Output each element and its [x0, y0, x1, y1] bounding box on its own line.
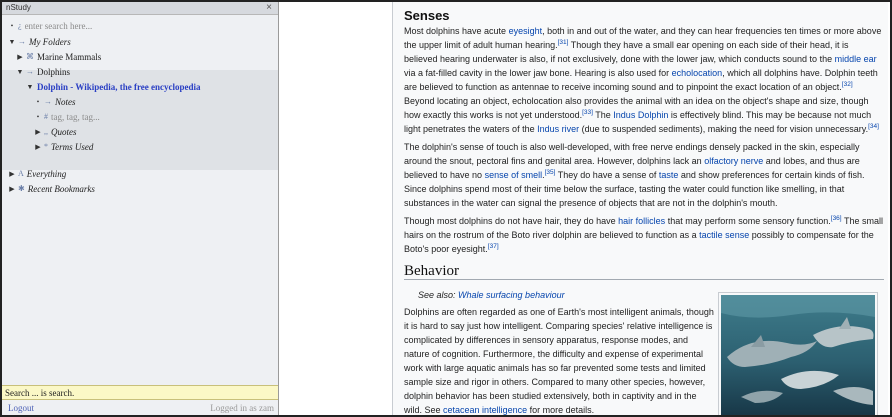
text: for more details.	[527, 405, 595, 415]
tree-item-label: Recent Bookmarks	[27, 184, 95, 194]
search-placeholder: enter search here...	[24, 21, 93, 31]
tree-item-dolphin-page[interactable]: ▼ Dolphin - Wikipedia, the free encyclop…	[26, 80, 201, 94]
link-indus-river[interactable]: Indus river	[537, 124, 579, 134]
note-arrow-icon: →	[44, 97, 52, 106]
link-taste[interactable]: taste	[659, 170, 679, 180]
paragraph-touch: The dolphin's sense of touch is also wel…	[404, 142, 865, 208]
text: They do have a sense of	[555, 170, 659, 180]
tree-item-tags[interactable]: • # tag, tag, tag...	[34, 110, 100, 124]
expand-down-icon: ▼	[26, 83, 34, 91]
tree-item-label: Terms Used	[51, 142, 94, 152]
text: Though most dolphins do not have hair, t…	[404, 216, 619, 226]
sidebar-header: nStudy ×	[2, 2, 278, 15]
wikipedia-article: Senses Most dolphins have acute eyesight…	[392, 2, 888, 415]
tree-item-label: My Folders	[29, 37, 71, 47]
expand-right-icon: ▶	[35, 143, 41, 151]
search-field[interactable]: • ¿ enter search here...	[8, 19, 93, 33]
paragraph-intelligence: Dolphins are often regarded as one of Ea…	[404, 305, 714, 415]
link-olfactory-nerve[interactable]: olfactory nerve	[704, 156, 763, 166]
paragraph-hearing: Most dolphins have acute eyesight, both …	[404, 24, 884, 136]
tree-item-quotes[interactable]: ▶ ,, Quotes	[34, 125, 77, 139]
expand-down-icon: ▼	[16, 68, 24, 76]
reference-33[interactable]: [33]	[582, 109, 593, 116]
nstudy-sidebar: nStudy × • ¿ enter search here... ▼ → My…	[2, 2, 279, 415]
bullet-icon: •	[36, 113, 40, 121]
tree-item-my-folders[interactable]: ▼ → My Folders	[8, 35, 71, 49]
tree-item-label: Quotes	[51, 127, 77, 137]
expand-right-icon: ▶	[17, 53, 23, 61]
tree-item-dolphins[interactable]: ▼ → Dolphins	[16, 65, 70, 79]
link-cetacean-intelligence[interactable]: cetacean intelligence	[443, 405, 527, 415]
link-echolocation[interactable]: echolocation	[672, 68, 723, 78]
letter-a-icon: A	[18, 169, 24, 178]
hash-icon: #	[44, 112, 48, 121]
dolphin-image	[721, 295, 875, 415]
tree-item-marine-mammals[interactable]: ▶ ⌘ Marine Mammals	[16, 50, 101, 64]
tree-item-label: Everything	[26, 169, 67, 179]
link-tactile-sense[interactable]: tactile sense	[699, 230, 749, 240]
reference-31[interactable]: [31]	[558, 39, 569, 46]
magnifier-icon: ¿	[18, 21, 22, 30]
star-icon: *	[44, 142, 48, 151]
quote-icon: ,,	[44, 127, 48, 136]
expand-down-icon: ▼	[8, 38, 16, 46]
bullet-icon: •	[36, 98, 40, 106]
logout-link[interactable]: Logout	[8, 402, 34, 415]
tree-item-label: Dolphin - Wikipedia, the free encycloped…	[37, 82, 201, 92]
folder-icon: ⌘	[26, 52, 34, 61]
link-middle-ear[interactable]: middle ear	[835, 54, 877, 64]
link-eyesight[interactable]: eyesight	[509, 26, 543, 36]
expand-right-icon: ▶	[35, 128, 41, 136]
reference-34[interactable]: [34]	[868, 123, 879, 130]
see-also-label: See also:	[418, 290, 459, 300]
link-whale-surfacing[interactable]: Whale surfacing behaviour	[458, 290, 565, 300]
link-hair-follicles[interactable]: hair follicles	[618, 216, 665, 226]
behavior-text: Dolphins are often regarded as one of Ea…	[404, 305, 714, 415]
dolphin-photo[interactable]	[718, 292, 878, 415]
section-heading-senses: Senses	[404, 8, 450, 23]
tree-item-notes[interactable]: • → Notes	[34, 95, 76, 109]
reference-37[interactable]: [37]	[488, 243, 499, 250]
sidebar-footer: Logout Logged in as zam	[2, 402, 278, 415]
text: (due to suspended sediments), making the…	[579, 124, 869, 134]
folder-link-icon: →	[26, 67, 34, 76]
link-indus-dolphin[interactable]: Indus Dolphin	[613, 110, 668, 120]
close-icon[interactable]: ×	[266, 2, 272, 14]
text: Most dolphins have acute	[404, 26, 509, 36]
tree-item-recent-bookmarks[interactable]: ▶ ✱ Recent Bookmarks	[8, 182, 95, 196]
text: Dolphins are often regarded as one of Ea…	[404, 307, 714, 415]
reference-35[interactable]: [35]	[545, 169, 556, 176]
bullet-icon: •	[10, 22, 14, 30]
text: via a fat-filled cavity in the lower jaw…	[404, 68, 672, 78]
paragraph-hair: Though most dolphins do not have hair, t…	[404, 214, 884, 256]
tree-item-everything[interactable]: ▶ A Everything	[8, 167, 66, 181]
reference-32[interactable]: [32]	[842, 81, 853, 88]
link-sense-of-smell[interactable]: sense of smell	[485, 170, 543, 180]
expand-right-icon: ▶	[9, 185, 15, 193]
folder-link-icon: →	[18, 37, 26, 46]
logged-in-status: Logged in as zam	[210, 403, 274, 413]
section-heading-behavior: Behavior	[404, 262, 884, 280]
tree-item-label: Notes	[55, 97, 76, 107]
text: The	[592, 110, 614, 120]
tree-item-label: Marine Mammals	[37, 52, 102, 62]
sidebar-title: nStudy	[6, 3, 31, 12]
search-status-bar[interactable]: Search ... is search.	[2, 385, 278, 400]
page-gutter	[280, 2, 390, 415]
tree-item-label: tag, tag, tag...	[51, 112, 100, 122]
reference-36[interactable]: [36]	[831, 215, 842, 222]
tree-item-label: Dolphins	[37, 67, 71, 77]
bookmark-icon: ✱	[18, 184, 25, 193]
expand-right-icon: ▶	[9, 170, 15, 178]
tree-item-terms-used[interactable]: ▶ * Terms Used	[34, 140, 93, 154]
text: that may perform some sensory function.	[665, 216, 831, 226]
